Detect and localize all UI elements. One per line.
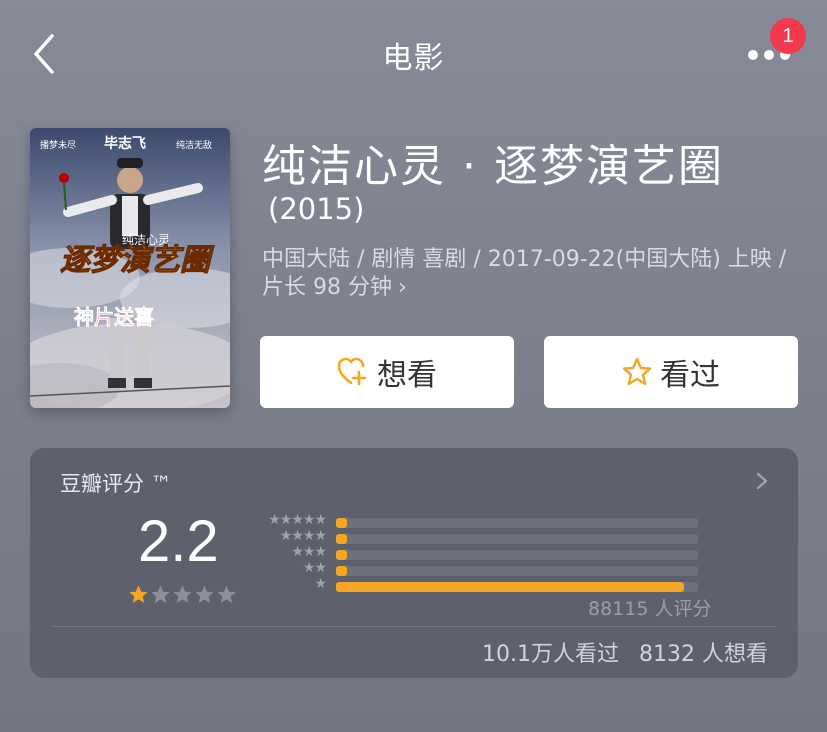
rating-bar-fill	[336, 518, 347, 528]
rating-row-stars: ★	[314, 576, 327, 592]
rating-row-stars: ★★	[302, 560, 327, 576]
divider	[52, 626, 776, 627]
poster-text: 神片送喜	[74, 305, 154, 329]
star-empty-icon	[151, 585, 170, 603]
seen-count: 10.1万人看过	[482, 642, 620, 667]
heart-plus-icon	[337, 357, 367, 386]
rating-bar-track	[336, 534, 698, 544]
chevron-right-icon	[756, 472, 768, 490]
rating-bar-track	[336, 582, 698, 592]
want-label: 想看	[377, 358, 437, 393]
movie-title: 纯洁心灵 · 逐梦演艺圈	[262, 141, 724, 192]
rating-stars	[128, 584, 237, 605]
want-count: 8132 人想看	[639, 642, 768, 667]
rating-row-stars: ★★★	[291, 544, 327, 560]
poster-text: 毕志飞	[104, 135, 146, 152]
meta-line: 中国大陆 / 剧情 喜剧 / 2017-09-22(中国大陆) 上映 /	[262, 247, 787, 272]
rating-bar-track	[336, 566, 698, 576]
rating-header: 豆瓣评分 ™	[60, 472, 172, 496]
chevron-right-icon: ›	[397, 275, 407, 300]
star-filled-icon	[129, 585, 148, 603]
nav-bar: 电影 1	[0, 0, 827, 110]
poster-text: 逐梦演艺圈	[60, 243, 215, 278]
star-empty-icon	[217, 585, 236, 603]
watched-button[interactable]: 看过	[544, 336, 798, 408]
movie-year: (2015)	[268, 192, 365, 226]
duration-text: 片长 98 分钟	[262, 275, 392, 300]
rating-bar-fill	[336, 582, 684, 592]
rating-bar-track	[336, 550, 698, 560]
rating-bar-track	[336, 518, 698, 528]
poster-text: 播梦未尽	[40, 139, 76, 151]
rating-bar-fill	[336, 550, 347, 560]
rating-bar-fill	[336, 534, 347, 544]
rating-footer: 10.1万人看过 8132 人想看	[482, 636, 768, 668]
star-empty-icon	[173, 585, 192, 603]
rating-count: 88115 人评分	[588, 598, 712, 620]
rating-row-stars: ★★★★★	[268, 512, 327, 528]
meta-line-duration: 片长 98 分钟 ›	[262, 274, 802, 302]
rating-card[interactable]: 豆瓣评分 ™ 2.2 ★★★★★ ★★★★ ★★★ ★★ ★ 88115 人评分 10.…	[30, 448, 798, 678]
star-outline-icon	[622, 357, 652, 386]
dot-icon	[764, 50, 774, 60]
want-to-watch-button[interactable]: 想看	[260, 336, 514, 408]
rating-distribution-row: ★	[250, 576, 710, 594]
movie-poster[interactable]: 播梦未尽 毕志飞 纯洁无敌 纯洁心灵 逐梦演艺圈 神片送喜	[30, 128, 230, 408]
dot-icon	[748, 50, 758, 60]
notification-badge: 1	[770, 18, 806, 54]
seen-label: 看过	[660, 358, 720, 393]
rating-bar-fill	[336, 566, 347, 576]
star-empty-icon	[195, 585, 214, 603]
movie-meta[interactable]: 中国大陆 / 剧情 喜剧 / 2017-09-22(中国大陆) 上映 / 片长 …	[262, 246, 802, 302]
page-title: 电影	[382, 41, 445, 76]
rating-score: 2.2	[138, 509, 219, 574]
poster-text: 纯洁无敌	[176, 139, 212, 151]
rating-row-stars: ★★★★	[279, 528, 327, 544]
poster-image: 播梦未尽 毕志飞 纯洁无敌 纯洁心灵 逐梦演艺圈 神片送喜	[30, 128, 230, 408]
